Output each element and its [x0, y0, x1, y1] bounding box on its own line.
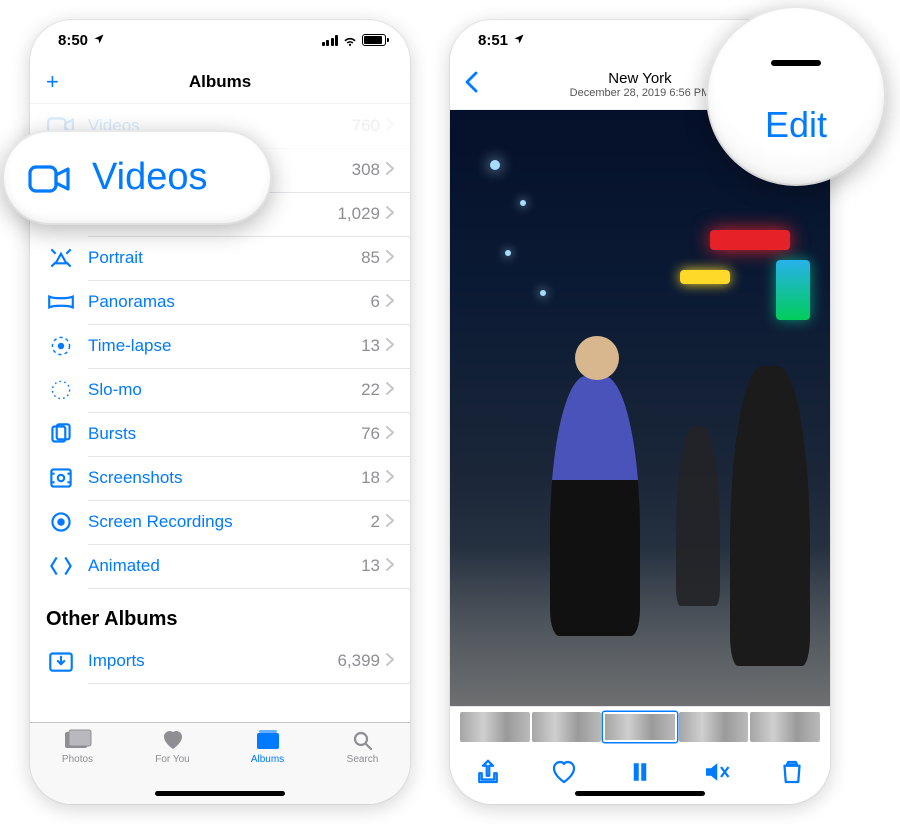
imports-icon [46, 649, 76, 673]
photos-tab-icon [64, 729, 92, 751]
video-camera-icon [28, 162, 72, 194]
row-count: 760 [352, 116, 380, 136]
speaker-slot [771, 60, 821, 66]
tab-label: Photos [62, 754, 93, 765]
pause-button[interactable] [625, 757, 655, 793]
row-label: Screen Recordings [88, 512, 371, 532]
chevron-right-icon [386, 653, 394, 669]
callout-videos: Videos [2, 130, 272, 225]
add-album-button[interactable]: + [46, 69, 59, 95]
slomo-icon [46, 378, 76, 402]
back-button[interactable] [464, 71, 478, 99]
section-other-albums: Other Albums [30, 588, 410, 639]
video-datetime: December 28, 2019 6:56 PM [570, 87, 711, 100]
chevron-right-icon [386, 206, 394, 222]
chevron-right-icon [386, 250, 394, 266]
chevron-right-icon [386, 426, 394, 442]
row-label: Animated [88, 556, 361, 576]
row-count: 18 [361, 468, 380, 488]
album-row-portrait[interactable]: Portrait 85 [30, 236, 410, 280]
chevron-right-icon [386, 470, 394, 486]
chevron-right-icon [386, 382, 394, 398]
home-indicator[interactable] [575, 791, 705, 796]
row-label: Panoramas [88, 292, 371, 312]
callout-edit: Edit [706, 6, 886, 186]
video-scrubber[interactable] [450, 706, 830, 746]
location-arrow-icon [513, 32, 525, 49]
tab-search[interactable]: Search [315, 729, 410, 804]
cell-signal-icon [322, 35, 339, 46]
status-bar: 8:50 [30, 20, 410, 60]
row-count: 13 [361, 556, 380, 576]
row-label: Slo-mo [88, 380, 361, 400]
albums-tab-icon [254, 729, 282, 751]
row-label: Imports [88, 651, 337, 671]
row-label: Screenshots [88, 468, 361, 488]
row-count: 1,029 [337, 204, 380, 224]
row-count: 6 [371, 292, 380, 312]
panoramas-icon [46, 290, 76, 314]
status-time: 8:51 [478, 32, 508, 49]
row-count: 85 [361, 248, 380, 268]
row-label: Time-lapse [88, 336, 361, 356]
video-location: New York [570, 70, 711, 87]
video-player[interactable] [450, 110, 830, 804]
album-row-panoramas[interactable]: Panoramas 6 [30, 280, 410, 324]
row-count: 13 [361, 336, 380, 356]
album-row-screenshots[interactable]: Screenshots 18 [30, 456, 410, 500]
status-time: 8:50 [58, 32, 88, 49]
row-count: 308 [352, 160, 380, 180]
tab-label: Search [347, 754, 379, 765]
share-button[interactable] [473, 757, 503, 793]
chevron-right-icon [386, 558, 394, 574]
mute-button[interactable] [701, 757, 731, 793]
search-tab-icon [349, 729, 377, 751]
album-row-animated[interactable]: Animated 13 [30, 544, 410, 588]
album-row-timelapse[interactable]: Time-lapse 13 [30, 324, 410, 368]
album-row-imports[interactable]: Imports 6,399 [30, 639, 410, 683]
row-label: Portrait [88, 248, 361, 268]
row-count: 22 [361, 380, 380, 400]
album-row-screenrec[interactable]: Screen Recordings 2 [30, 500, 410, 544]
foryou-tab-icon [159, 729, 187, 751]
animated-icon [46, 554, 76, 578]
home-indicator[interactable] [155, 791, 285, 796]
delete-button[interactable] [777, 757, 807, 793]
screenrec-icon [46, 510, 76, 534]
chevron-right-icon [386, 118, 394, 134]
screenshots-icon [46, 466, 76, 490]
chevron-right-icon [386, 294, 394, 310]
portrait-icon [46, 246, 76, 270]
chevron-right-icon [386, 338, 394, 354]
nav-title: Albums [189, 72, 251, 92]
row-count: 2 [371, 512, 380, 532]
row-count: 76 [361, 424, 380, 444]
wifi-icon [342, 34, 358, 46]
album-row-bursts[interactable]: Bursts 76 [30, 412, 410, 456]
chevron-right-icon [386, 162, 394, 178]
album-row-slomo[interactable]: Slo-mo 22 [30, 368, 410, 412]
video-frame[interactable] [450, 110, 830, 706]
row-label: Bursts [88, 424, 361, 444]
tab-label: For You [155, 754, 189, 765]
tab-photos[interactable]: Photos [30, 729, 125, 804]
chevron-right-icon [386, 514, 394, 530]
row-count: 6,399 [337, 651, 380, 671]
tab-label: Albums [251, 754, 284, 765]
battery-icon [362, 34, 386, 46]
callout-label: Edit [765, 104, 827, 146]
nav-bar: + Albums [30, 60, 410, 104]
bursts-icon [46, 422, 76, 446]
location-arrow-icon [93, 32, 105, 49]
timelapse-icon [46, 334, 76, 358]
callout-label: Videos [92, 156, 208, 199]
favorite-button[interactable] [549, 757, 579, 793]
